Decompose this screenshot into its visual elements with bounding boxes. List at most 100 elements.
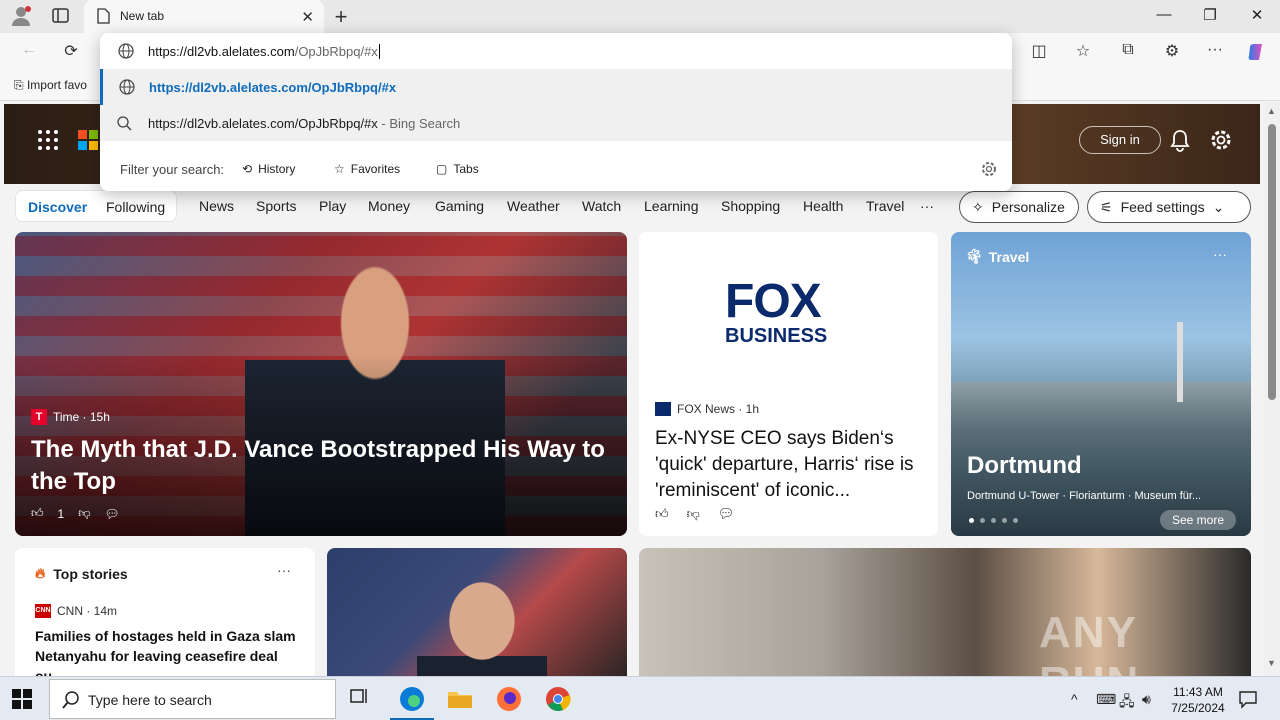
feed-toggle: Discover Following	[15, 190, 177, 222]
scroll-up-icon[interactable]: ▲	[1267, 106, 1276, 116]
volume-icon[interactable]: 🔊︎	[1142, 691, 1151, 708]
minimize-icon[interactable]: —	[1154, 6, 1174, 23]
nav-learning[interactable]: Learning	[644, 198, 699, 214]
apps-launcher-icon[interactable]	[38, 130, 58, 150]
nav-play[interactable]: Play	[319, 198, 346, 214]
system-clock[interactable]: 11:43 AM 7/25/2024	[1168, 684, 1228, 716]
device-icon[interactable]: ⌨	[1096, 691, 1116, 708]
search-filter-row: Filter your search: ⟲ History ☆ Favorites …	[100, 151, 1012, 187]
settings-icon[interactable]	[1209, 128, 1233, 155]
sign-in-button[interactable]: Sign in	[1079, 126, 1161, 154]
tab-discover[interactable]: Discover	[28, 199, 87, 215]
favorites-icon[interactable]: ☆	[1072, 41, 1094, 63]
nav-travel[interactable]: Travel	[866, 198, 904, 214]
nav-shopping[interactable]: Shopping	[721, 198, 780, 214]
windows-start-icon[interactable]	[12, 689, 32, 712]
nav-health[interactable]: Health	[803, 198, 843, 214]
nav-weather[interactable]: Weather	[507, 198, 560, 214]
globe-icon	[119, 79, 135, 98]
collections-icon[interactable]: ⧉	[1117, 41, 1139, 63]
palm-tree-icon: 🌴︎	[965, 248, 983, 264]
filter-favorites[interactable]: ☆ Favorites	[334, 159, 400, 179]
tab-following[interactable]: Following	[106, 199, 165, 215]
see-more-button[interactable]: See more	[1160, 510, 1236, 530]
nav-news[interactable]: News	[199, 198, 234, 214]
address-bar-dropdown: https://dl2vb.alelates.com/OpJbRbpq/#x h…	[100, 33, 1012, 191]
nav-money[interactable]: Money	[368, 198, 410, 214]
split-screen-icon[interactable]: ◫	[1028, 41, 1050, 63]
story-headline[interactable]: The Myth that J.D. Vance Bootstrapped Hi…	[31, 434, 611, 498]
show-hidden-icons-icon[interactable]: ^	[1071, 691, 1078, 707]
firefox-icon[interactable]	[495, 685, 523, 713]
chrome-icon[interactable]	[544, 685, 572, 713]
nav-sports[interactable]: Sports	[256, 198, 296, 214]
fox-business-logo: FOX BUSINESS	[639, 232, 938, 392]
personalize-button[interactable]: ✧ Personalize	[959, 191, 1079, 223]
page-scrollbar[interactable]: ▲ ▼	[1264, 102, 1280, 676]
search-icon	[116, 115, 132, 134]
file-explorer-icon[interactable]	[446, 685, 474, 713]
story-headline[interactable]: Families of hostages held in Gaza slam N…	[35, 626, 300, 676]
fox-story-card[interactable]: FOX BUSINESS FOX News · 1h Ex-NYSE CEO s…	[639, 232, 938, 536]
like-icon[interactable]: 👍︎	[31, 506, 44, 521]
story-actions: 👍︎ 1 👎︎ 💬︎	[31, 506, 120, 521]
import-favorites-link[interactable]: ⎘ Import favo	[14, 78, 87, 93]
nav-gaming[interactable]: Gaming	[435, 198, 484, 214]
address-path: /OpJbRbpq/#x	[294, 44, 378, 59]
close-tab-icon[interactable]: ✕	[301, 8, 314, 26]
suggestion-url[interactable]: https://dl2vb.alelates.com/OpJbRbpq/#x	[100, 69, 1012, 105]
travel-card[interactable]: 🌴︎ Travel ··· Dortmund Dortmund U-Tower ·…	[951, 232, 1251, 536]
like-count: 1	[57, 506, 65, 521]
scrollbar-thumb[interactable]	[1268, 124, 1276, 400]
story-headline[interactable]: Ex-NYSE CEO says Biden‘s 'quick' departu…	[655, 426, 925, 504]
story-source: T Time · 15h	[31, 409, 110, 425]
nav-watch[interactable]: Watch	[582, 198, 621, 214]
filter-history[interactable]: ⟲ History	[242, 159, 295, 179]
title-bar: New tab ✕ + — ❐ ✕	[0, 0, 1280, 33]
address-input[interactable]: https://dl2vb.alelates.com/OpJbRbpq/#x	[100, 33, 1012, 69]
more-menu-icon[interactable]: ···	[1204, 41, 1226, 63]
notification-icon[interactable]	[1238, 689, 1258, 712]
tab-new-tab[interactable]: New tab ✕	[84, 0, 324, 33]
main-story-card[interactable]: T Time · 15h The Myth that J.D. Vance Bo…	[15, 232, 627, 536]
story-source: CNN CNN · 14m	[35, 604, 118, 618]
filter-label: Filter your search:	[120, 162, 225, 177]
news-image-card-wide[interactable]: ANY RUN	[639, 548, 1251, 676]
suggestion-search[interactable]: https://dl2vb.alelates.com/OpJbRbpq/#x -…	[100, 105, 1012, 141]
profile-icon[interactable]	[8, 4, 34, 28]
close-window-icon[interactable]: ✕	[1247, 6, 1267, 24]
tab-actions-icon[interactable]	[50, 6, 72, 26]
feed-settings-button[interactable]: ⚟ Feed settings ⌄	[1087, 191, 1251, 223]
like-icon[interactable]: 👍︎	[655, 506, 669, 522]
carousel-dots	[969, 518, 1018, 523]
back-icon[interactable]: ←	[18, 41, 40, 63]
news-image-card[interactable]	[327, 548, 627, 676]
dislike-icon[interactable]: 👎︎	[687, 506, 700, 522]
gear-icon[interactable]	[980, 160, 998, 181]
comment-icon[interactable]: 💬︎	[104, 507, 119, 521]
globe-icon	[118, 43, 134, 62]
task-view-icon[interactable]	[348, 685, 376, 713]
filter-tabs[interactable]: ▢ Tabs	[436, 159, 479, 179]
bell-icon[interactable]	[1169, 128, 1191, 155]
edge-taskbar-icon[interactable]	[390, 685, 434, 720]
network-icon[interactable]: 🖧︎	[1119, 691, 1135, 715]
scroll-down-icon[interactable]: ▼	[1267, 658, 1276, 668]
comments-off-icon[interactable]: 💬︎	[718, 506, 735, 522]
copilot-icon[interactable]	[1246, 41, 1268, 63]
cnn-logo-icon: CNN	[35, 604, 51, 618]
travel-title[interactable]: Dortmund	[967, 452, 1082, 480]
nav-more[interactable]: ···	[920, 198, 934, 214]
new-tab-button[interactable]: +	[330, 4, 352, 30]
tabs-icon: ▢	[436, 162, 448, 176]
card-more-button[interactable]: ···	[277, 562, 291, 578]
clock-date: 7/25/2024	[1171, 701, 1225, 715]
taskbar-search-input[interactable]: Type here to search	[49, 679, 336, 719]
history-icon: ⟲	[242, 162, 253, 176]
card-more-button[interactable]: ···	[1213, 246, 1227, 262]
refresh-icon[interactable]: ⟳	[60, 41, 82, 63]
story-actions: 👍︎ 👎︎ 💬︎	[655, 506, 734, 522]
extensions-icon[interactable]: ⚙	[1161, 41, 1183, 63]
dislike-icon[interactable]: 👎︎	[78, 506, 90, 521]
restore-icon[interactable]: ❐	[1200, 6, 1220, 24]
